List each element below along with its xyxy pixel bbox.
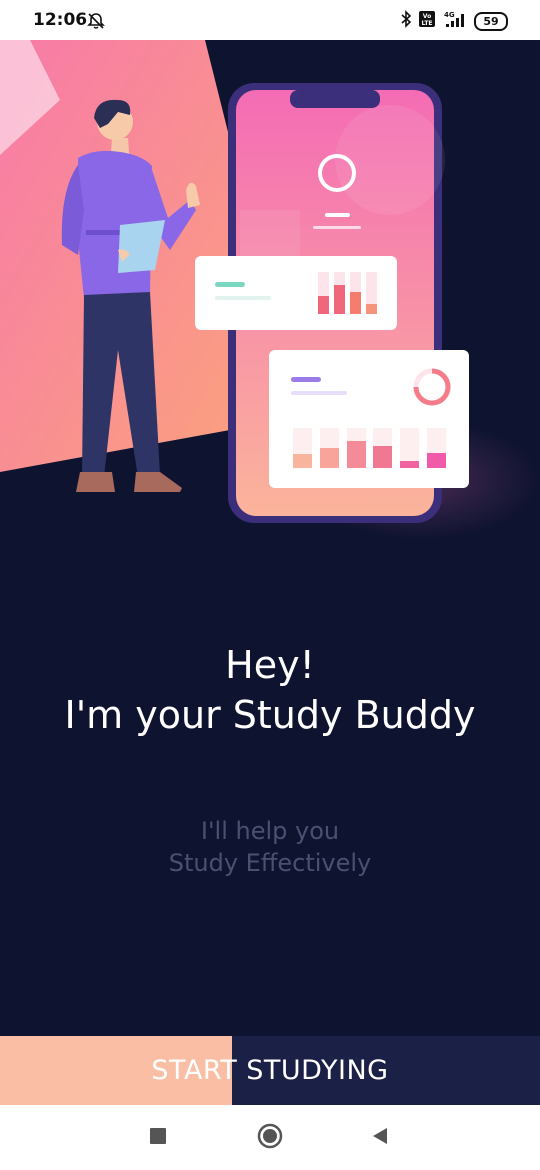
welcome-screen: 12:06 Vo LTE 4G 59 Hey! I'm your Study B… — [0, 0, 540, 1170]
triangle-back-icon — [371, 1127, 389, 1149]
circle-icon — [257, 1123, 283, 1153]
notifications-off-icon — [86, 11, 106, 35]
subtitle-line-2: Study Effectively — [168, 849, 372, 877]
welcome-subtitle: I'll help you Study Effectively — [0, 815, 540, 879]
welcome-line-1: Hey! — [225, 643, 315, 687]
start-studying-button[interactable]: START STUDYING — [0, 1036, 540, 1105]
status-bar: 12:06 Vo LTE 4G 59 — [0, 0, 540, 40]
svg-text:Vo: Vo — [423, 13, 431, 20]
status-time: 12:06 — [33, 10, 88, 30]
svg-text:4G: 4G — [444, 11, 455, 19]
hero-illustration — [0, 40, 540, 600]
home-button[interactable] — [230, 1105, 310, 1170]
subtitle-line-1: I'll help you — [200, 817, 340, 845]
svg-text:LTE: LTE — [421, 20, 432, 27]
recents-button[interactable] — [118, 1105, 198, 1170]
back-button[interactable] — [340, 1105, 420, 1170]
bluetooth-icon — [400, 10, 412, 32]
square-icon — [149, 1127, 167, 1149]
system-nav-bar — [0, 1105, 540, 1170]
status-icons: Vo LTE 4G 59 — [400, 10, 508, 32]
battery-indicator: 59 — [474, 11, 508, 31]
start-button-label: START STUDYING — [151, 1055, 389, 1086]
welcome-heading: Hey! I'm your Study Buddy — [0, 640, 540, 740]
welcome-line-2: I'm your Study Buddy — [64, 693, 476, 737]
signal-4g-icon: 4G — [442, 10, 468, 32]
volte-icon: Vo LTE — [418, 10, 436, 32]
